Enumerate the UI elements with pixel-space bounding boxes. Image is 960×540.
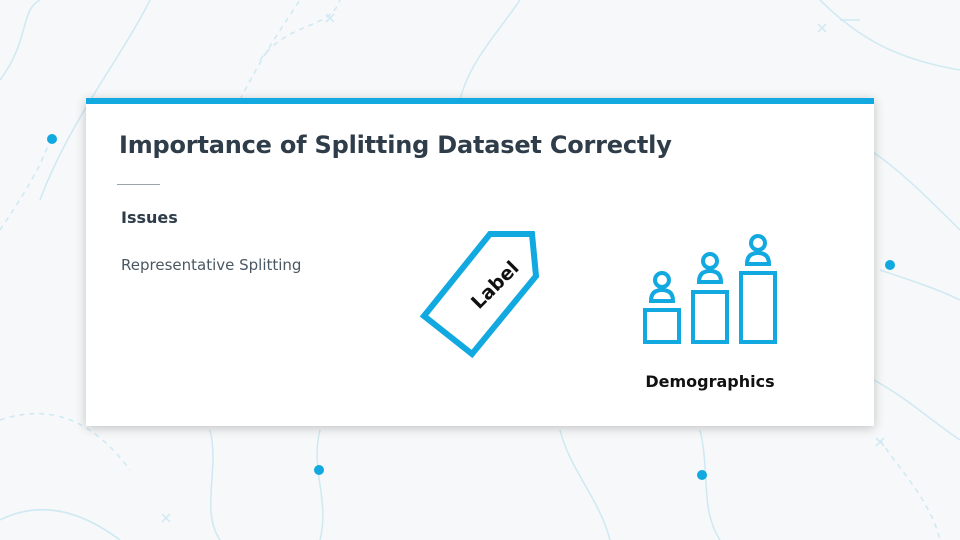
title-divider — [117, 184, 160, 185]
section-heading: Issues — [121, 208, 178, 227]
content-card: Importance of Splitting Dataset Correctl… — [86, 98, 874, 426]
card-accent-bar — [86, 98, 874, 104]
tag-graphic: Label — [416, 230, 556, 360]
demographics-label: Demographics — [645, 372, 775, 391]
slide-title: Importance of Splitting Dataset Correctl… — [119, 131, 672, 159]
list-item: Representative Splitting — [121, 256, 302, 274]
demographics-icon — [643, 234, 777, 344]
slide: Importance of Splitting Dataset Correctl… — [0, 0, 960, 540]
